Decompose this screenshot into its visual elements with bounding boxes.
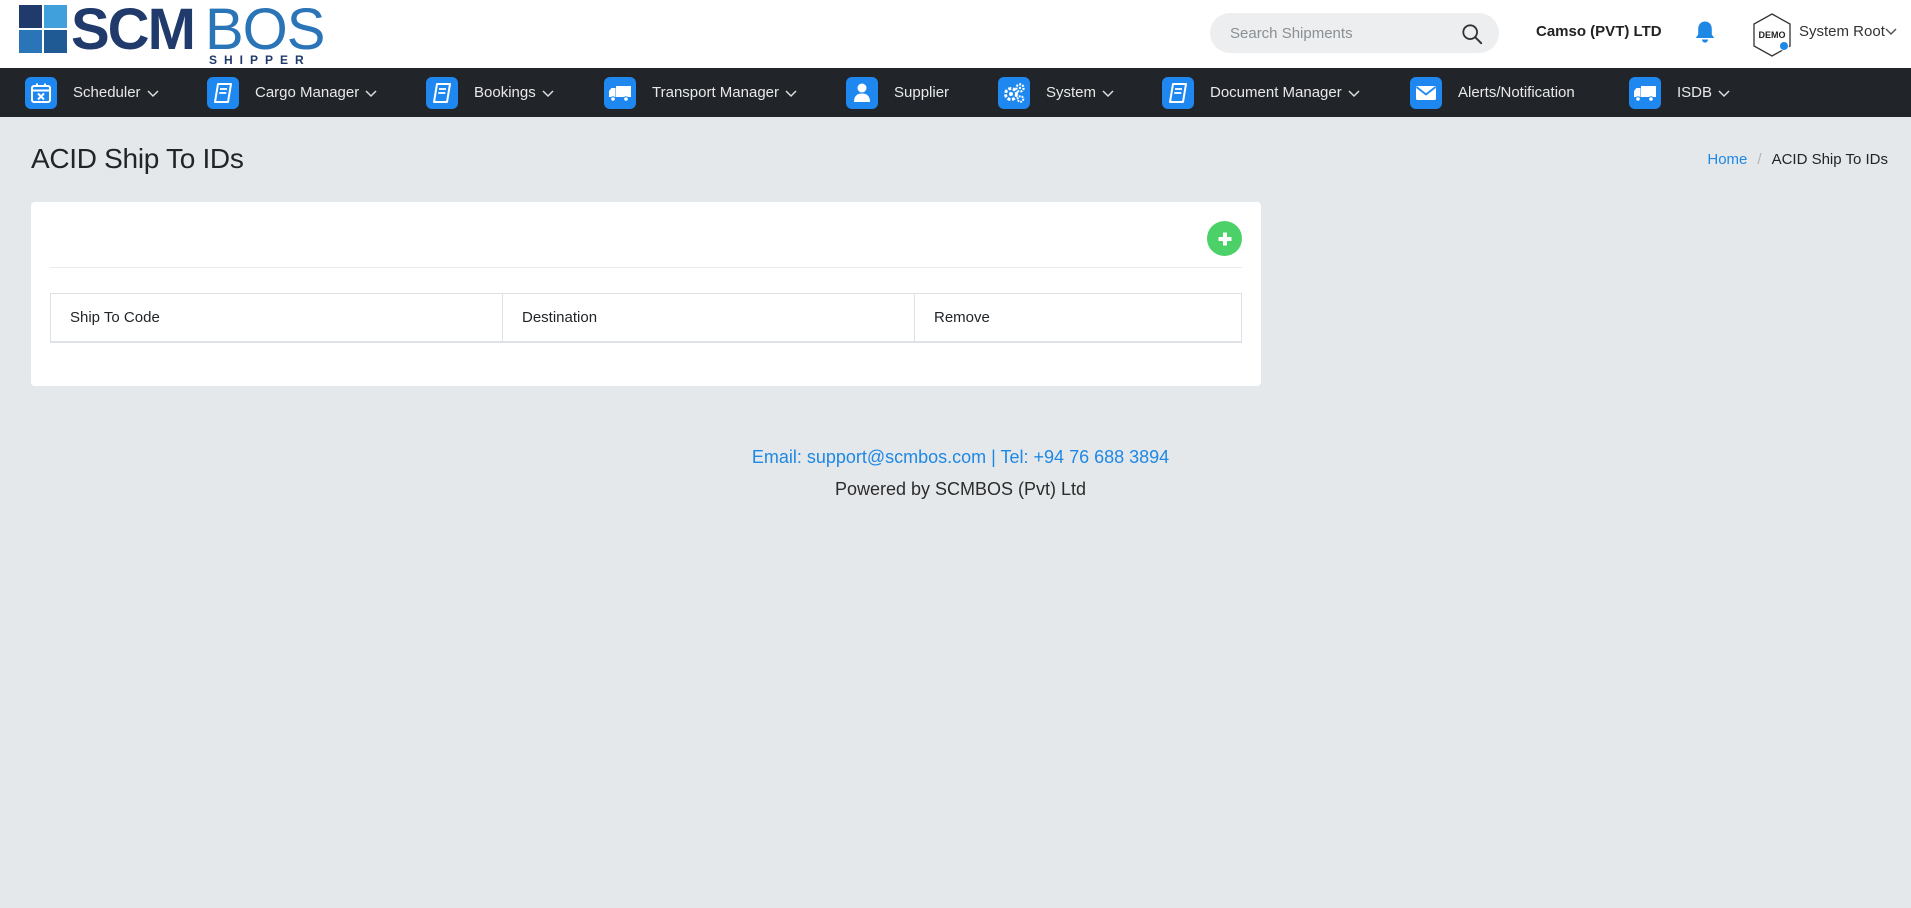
chevron-down-icon [785,90,797,98]
logo-text-secondary: BOS [205,0,325,62]
nav-item-document-manager[interactable]: Document Manager [1162,76,1360,109]
card-divider [50,267,1242,268]
nav-label: System [1046,84,1097,101]
footer-contact[interactable]: Email: support@scmbos.com | Tel: +94 76 … [0,447,1911,468]
online-status-dot [1779,41,1789,51]
chevron-down-icon [1348,90,1360,98]
truck-icon [1629,76,1661,109]
nav-item-bookings[interactable]: Bookings [426,76,554,109]
page-title: ACID Ship To IDs [31,143,244,174]
nav-label: Scheduler [73,84,141,101]
chevron-down-icon [147,90,159,98]
envelope-icon [1410,76,1442,109]
top-header: SCM BOS SHIPPER Camso (PVT) LTD DEMO Sys… [0,0,1911,68]
avatar-text: DEMO [1759,30,1786,40]
nav-item-isdb[interactable]: ISDB [1629,76,1730,109]
logo-tagline: SHIPPER [209,53,311,67]
nav-label: Alerts/Notification [1458,84,1575,101]
book-icon [1162,76,1194,109]
chevron-down-icon [542,90,554,98]
nav-item-system[interactable]: System [998,76,1114,109]
user-name[interactable]: System Root [1799,23,1885,40]
search-icon[interactable] [1461,23,1483,45]
chevron-down-icon [1718,90,1730,98]
book-icon [426,76,458,109]
nav-item-supplier[interactable]: Supplier [846,76,949,109]
add-ship-to-id-button[interactable] [1207,221,1242,256]
company-name[interactable]: Camso (PVT) LTD [1536,23,1662,40]
ship-to-ids-table: Ship To Code Destination Remove [50,293,1242,343]
nav-item-transport-manager[interactable]: Transport Manager [604,76,797,109]
column-header-remove[interactable]: Remove [914,293,1242,343]
logo-text-primary: SCM [71,0,196,62]
logo-squares-icon [19,5,67,53]
breadcrumb-current: ACID Ship To IDs [1771,151,1888,168]
breadcrumb: Home / ACID Ship To IDs [1707,151,1888,168]
nav-label: Transport Manager [652,84,780,101]
truck-icon [604,76,636,109]
chevron-down-icon[interactable] [1885,28,1897,36]
nav-label: Bookings [474,84,536,101]
breadcrumb-home-link[interactable]: Home [1707,151,1747,168]
plus-icon [1218,232,1231,245]
column-header-ship-to-code[interactable]: Ship To Code [50,293,503,343]
main-nav: Scheduler Cargo Manager Bookings Transpo… [0,68,1911,117]
search-box [1210,13,1499,53]
search-input[interactable] [1210,13,1450,53]
nav-item-cargo-manager[interactable]: Cargo Manager [207,76,377,109]
table-header-row: Ship To Code Destination Remove [50,293,1242,343]
bell-icon[interactable] [1694,20,1716,44]
nav-label: ISDB [1677,84,1713,101]
gears-icon [998,76,1030,109]
nav-item-scheduler[interactable]: Scheduler [25,76,159,109]
nav-item-alerts-notification[interactable]: Alerts/Notification [1410,76,1575,109]
user-icon [846,76,878,109]
breadcrumb-separator: / [1757,151,1762,168]
chevron-down-icon [1102,90,1114,98]
scmbos-logo[interactable]: SCM BOS SHIPPER [19,0,339,67]
book-icon [207,76,239,109]
column-header-destination[interactable]: Destination [502,293,915,343]
calendar-icon [25,76,57,109]
nav-label: Cargo Manager [255,84,360,101]
nav-label: Supplier [894,84,950,101]
chevron-down-icon [365,90,377,98]
footer-powered-by: Powered by SCMBOS (Pvt) Ltd [834,479,1087,499]
nav-label: Document Manager [1210,84,1342,101]
